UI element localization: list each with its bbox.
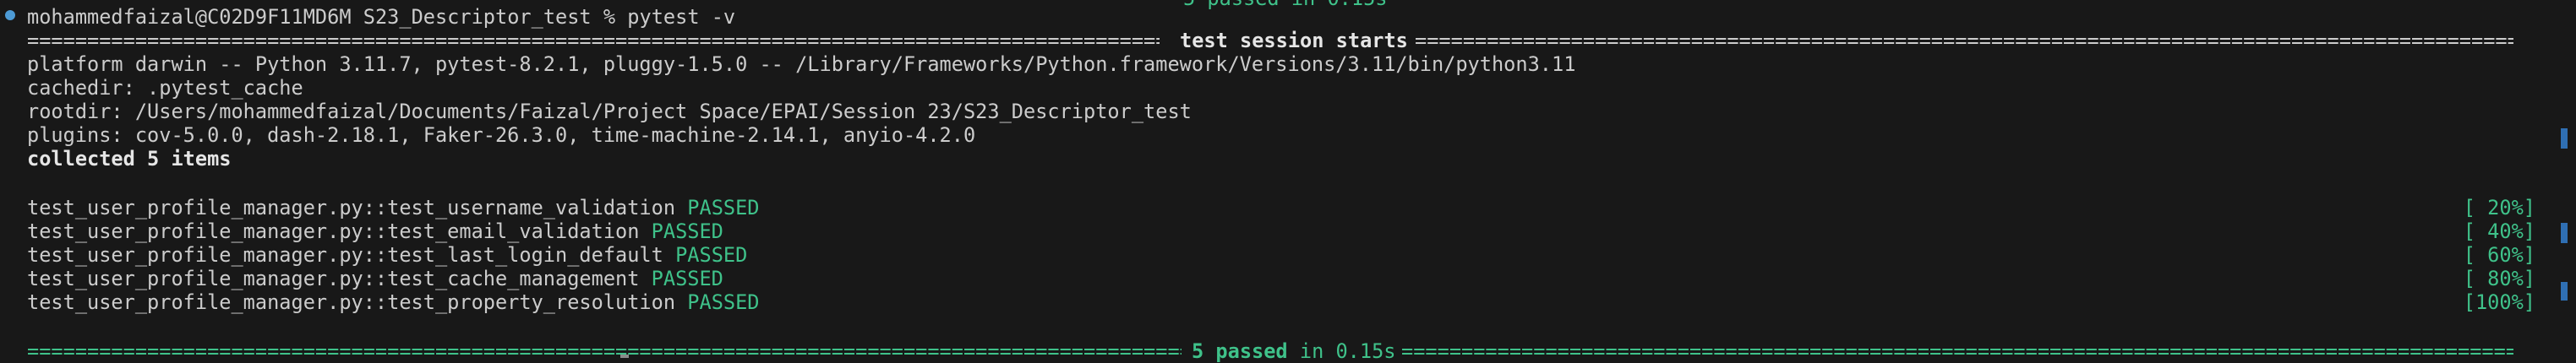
test-progress: [100%]: [2463, 290, 2535, 314]
summary-passed: 5 passed: [1192, 339, 1288, 363]
test-progress: [ 20%]: [2463, 196, 2535, 219]
summary-line: 5 passed in 0.15s: [1192, 339, 1396, 363]
platform-line: platform darwin -- Python 3.11.7, pytest…: [27, 52, 1576, 76]
test-status: PASSED: [687, 290, 760, 314]
prompt-command: pytest -v: [627, 5, 736, 29]
collected-line: collected 5 items: [27, 147, 232, 171]
separator-left: ========================================…: [27, 29, 1160, 52]
scrollbar-marker[interactable]: [2561, 282, 2568, 301]
test-name: test_user_profile_manager.py::test_prope…: [27, 290, 676, 314]
test-progress: [ 40%]: [2463, 219, 2535, 243]
summary-duration: in 0.15s: [1299, 339, 1396, 363]
summary-separator-right: ========================================…: [1401, 339, 2513, 363]
test-status: PASSED: [651, 267, 723, 290]
test-name: test_user_profile_manager.py::test_last_…: [27, 243, 663, 267]
test-name: test_user_profile_manager.py::test_email…: [27, 219, 640, 243]
previous-summary-fragment: 5 passed in 0.15s: [1183, 0, 1387, 10]
test-result-row: test_user_profile_manager.py::test_prope…: [27, 290, 760, 314]
rootdir-line: rootdir: /Users/mohammedfaizal/Documents…: [27, 100, 1192, 123]
test-progress: [ 80%]: [2463, 267, 2535, 290]
test-status: PASSED: [687, 196, 760, 219]
test-name: test_user_profile_manager.py::test_cache…: [27, 267, 640, 290]
test-name: test_user_profile_manager.py::test_usern…: [27, 196, 676, 219]
prompt-symbol: %: [603, 5, 616, 29]
prompt-user-host: mohammedfaizal@C02D9F11MD6M: [27, 5, 352, 29]
cachedir-line: cachedir: .pytest_cache: [27, 76, 303, 100]
test-progress: [ 60%]: [2463, 243, 2535, 267]
separator-right: ========================================…: [1415, 29, 2513, 52]
command-status-dot-icon[interactable]: [5, 10, 15, 20]
plugins-line: plugins: cov-5.0.0, dash-2.18.1, Faker-2…: [27, 123, 976, 147]
test-result-row: test_user_profile_manager.py::test_cache…: [27, 267, 723, 290]
scrollbar-marker[interactable]: [2561, 128, 2568, 149]
test-result-row: test_user_profile_manager.py::test_usern…: [27, 196, 760, 219]
test-result-row: test_user_profile_manager.py::test_email…: [27, 219, 723, 243]
prompt-cwd: S23_Descriptor_test: [363, 5, 592, 29]
session-header-title: test session starts: [1180, 29, 1408, 52]
prompt-line: mohammedfaizal@C02D9F11MD6M S23_Descript…: [27, 5, 735, 29]
test-result-row: test_user_profile_manager.py::test_last_…: [27, 243, 747, 267]
summary-separator-left: ========================================…: [27, 339, 1182, 363]
terminal-cursor: [620, 355, 629, 358]
test-status: PASSED: [651, 219, 723, 243]
scrollbar-marker[interactable]: [2561, 223, 2568, 243]
terminal-panel[interactable]: 5 passed in 0.15s mohammedfaizal@C02D9F1…: [0, 0, 2576, 363]
test-status: PASSED: [675, 243, 748, 267]
